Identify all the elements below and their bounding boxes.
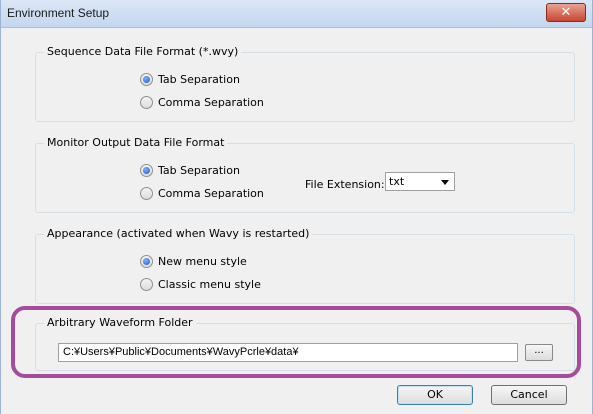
monitor-comma-radio[interactable] — [140, 187, 153, 200]
sequence-tab-label: Tab Separation — [158, 73, 240, 86]
title-bar: Environment Setup ✕ — [1, 0, 592, 28]
ok-button[interactable]: OK — [397, 385, 473, 405]
monitor-tab-radio-row[interactable]: Tab Separation — [140, 164, 240, 177]
file-extension-value: txt — [389, 175, 405, 188]
appearance-group: Appearance (activated when Wavy is resta… — [35, 227, 575, 304]
monitor-comma-radio-row[interactable]: Comma Separation — [140, 187, 264, 200]
sequence-comma-radio[interactable] — [140, 96, 153, 109]
classic-menu-radio[interactable] — [140, 278, 153, 291]
file-extension-label: File Extension: — [305, 178, 385, 191]
classic-menu-label: Classic menu style — [158, 278, 261, 291]
sequence-format-group: Sequence Data File Format (*.wvy) — [35, 45, 575, 122]
close-button[interactable]: ✕ — [546, 3, 586, 22]
sequence-comma-radio-row[interactable]: Comma Separation — [140, 96, 264, 109]
new-menu-label: New menu style — [158, 255, 247, 268]
file-extension-dropdown[interactable]: txt — [385, 172, 455, 191]
cancel-button[interactable]: Cancel — [491, 385, 567, 405]
monitor-tab-radio[interactable] — [140, 164, 153, 177]
classic-menu-radio-row[interactable]: Classic menu style — [140, 278, 261, 291]
monitor-format-legend: Monitor Output Data File Format — [44, 136, 228, 149]
sequence-format-legend: Sequence Data File Format (*.wvy) — [44, 45, 242, 58]
highlight-outline — [11, 306, 581, 378]
monitor-tab-label: Tab Separation — [158, 164, 240, 177]
environment-setup-dialog: Environment Setup ✕ Sequence Data File F… — [0, 0, 593, 414]
sequence-comma-label: Comma Separation — [158, 96, 264, 109]
new-menu-radio-row[interactable]: New menu style — [140, 255, 247, 268]
sequence-tab-radio-row[interactable]: Tab Separation — [140, 73, 240, 86]
dropdown-arrow-icon — [441, 180, 449, 185]
new-menu-radio[interactable] — [140, 255, 153, 268]
window-title: Environment Setup — [7, 6, 110, 20]
monitor-comma-label: Comma Separation — [158, 187, 264, 200]
sequence-tab-radio[interactable] — [140, 73, 153, 86]
appearance-legend: Appearance (activated when Wavy is resta… — [44, 227, 313, 240]
